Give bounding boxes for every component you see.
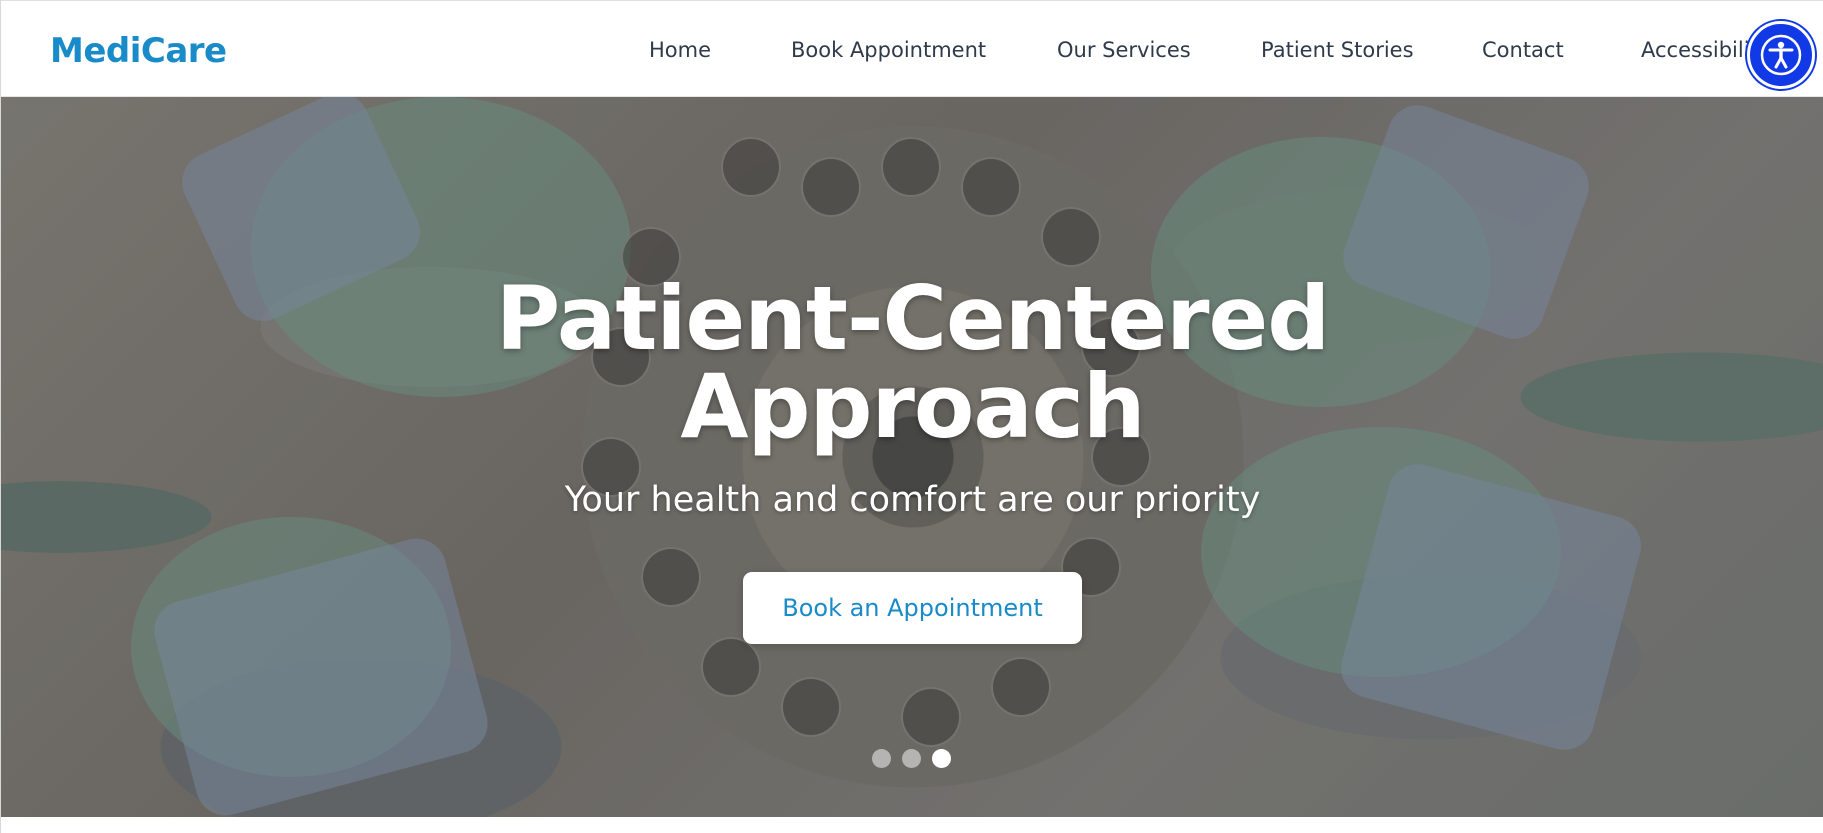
hero-carousel: Patient-Centered Approach Your health an… <box>1 97 1823 817</box>
nav-patient-stories[interactable]: Patient Stories <box>1261 38 1414 62</box>
nav-home[interactable]: Home <box>649 38 711 62</box>
hero-subtitle: Your health and comfort are our priority <box>564 480 1261 520</box>
logo[interactable]: MediCare <box>50 31 227 71</box>
nav-our-services[interactable]: Our Services <box>1057 38 1191 62</box>
carousel-dot-3[interactable] <box>932 749 951 768</box>
hero-title-line-2: Approach <box>680 355 1145 458</box>
accessibility-person-icon <box>1760 34 1802 76</box>
carousel-indicators <box>872 749 951 768</box>
accessibility-button[interactable] <box>1747 21 1815 89</box>
book-appointment-button[interactable]: Book an Appointment <box>743 572 1082 644</box>
nav-contact[interactable]: Contact <box>1482 38 1564 62</box>
nav-book-appointment[interactable]: Book Appointment <box>791 38 986 62</box>
carousel-dot-1[interactable] <box>872 749 891 768</box>
hero-title: Patient-Centered Approach <box>1 275 1823 451</box>
nav-accessibility[interactable]: Accessibility <box>1641 38 1761 62</box>
site-header: MediCare Home Book Appointment Our Servi… <box>1 0 1823 97</box>
page: MediCare Home Book Appointment Our Servi… <box>0 0 1823 833</box>
carousel-dot-2[interactable] <box>902 749 921 768</box>
